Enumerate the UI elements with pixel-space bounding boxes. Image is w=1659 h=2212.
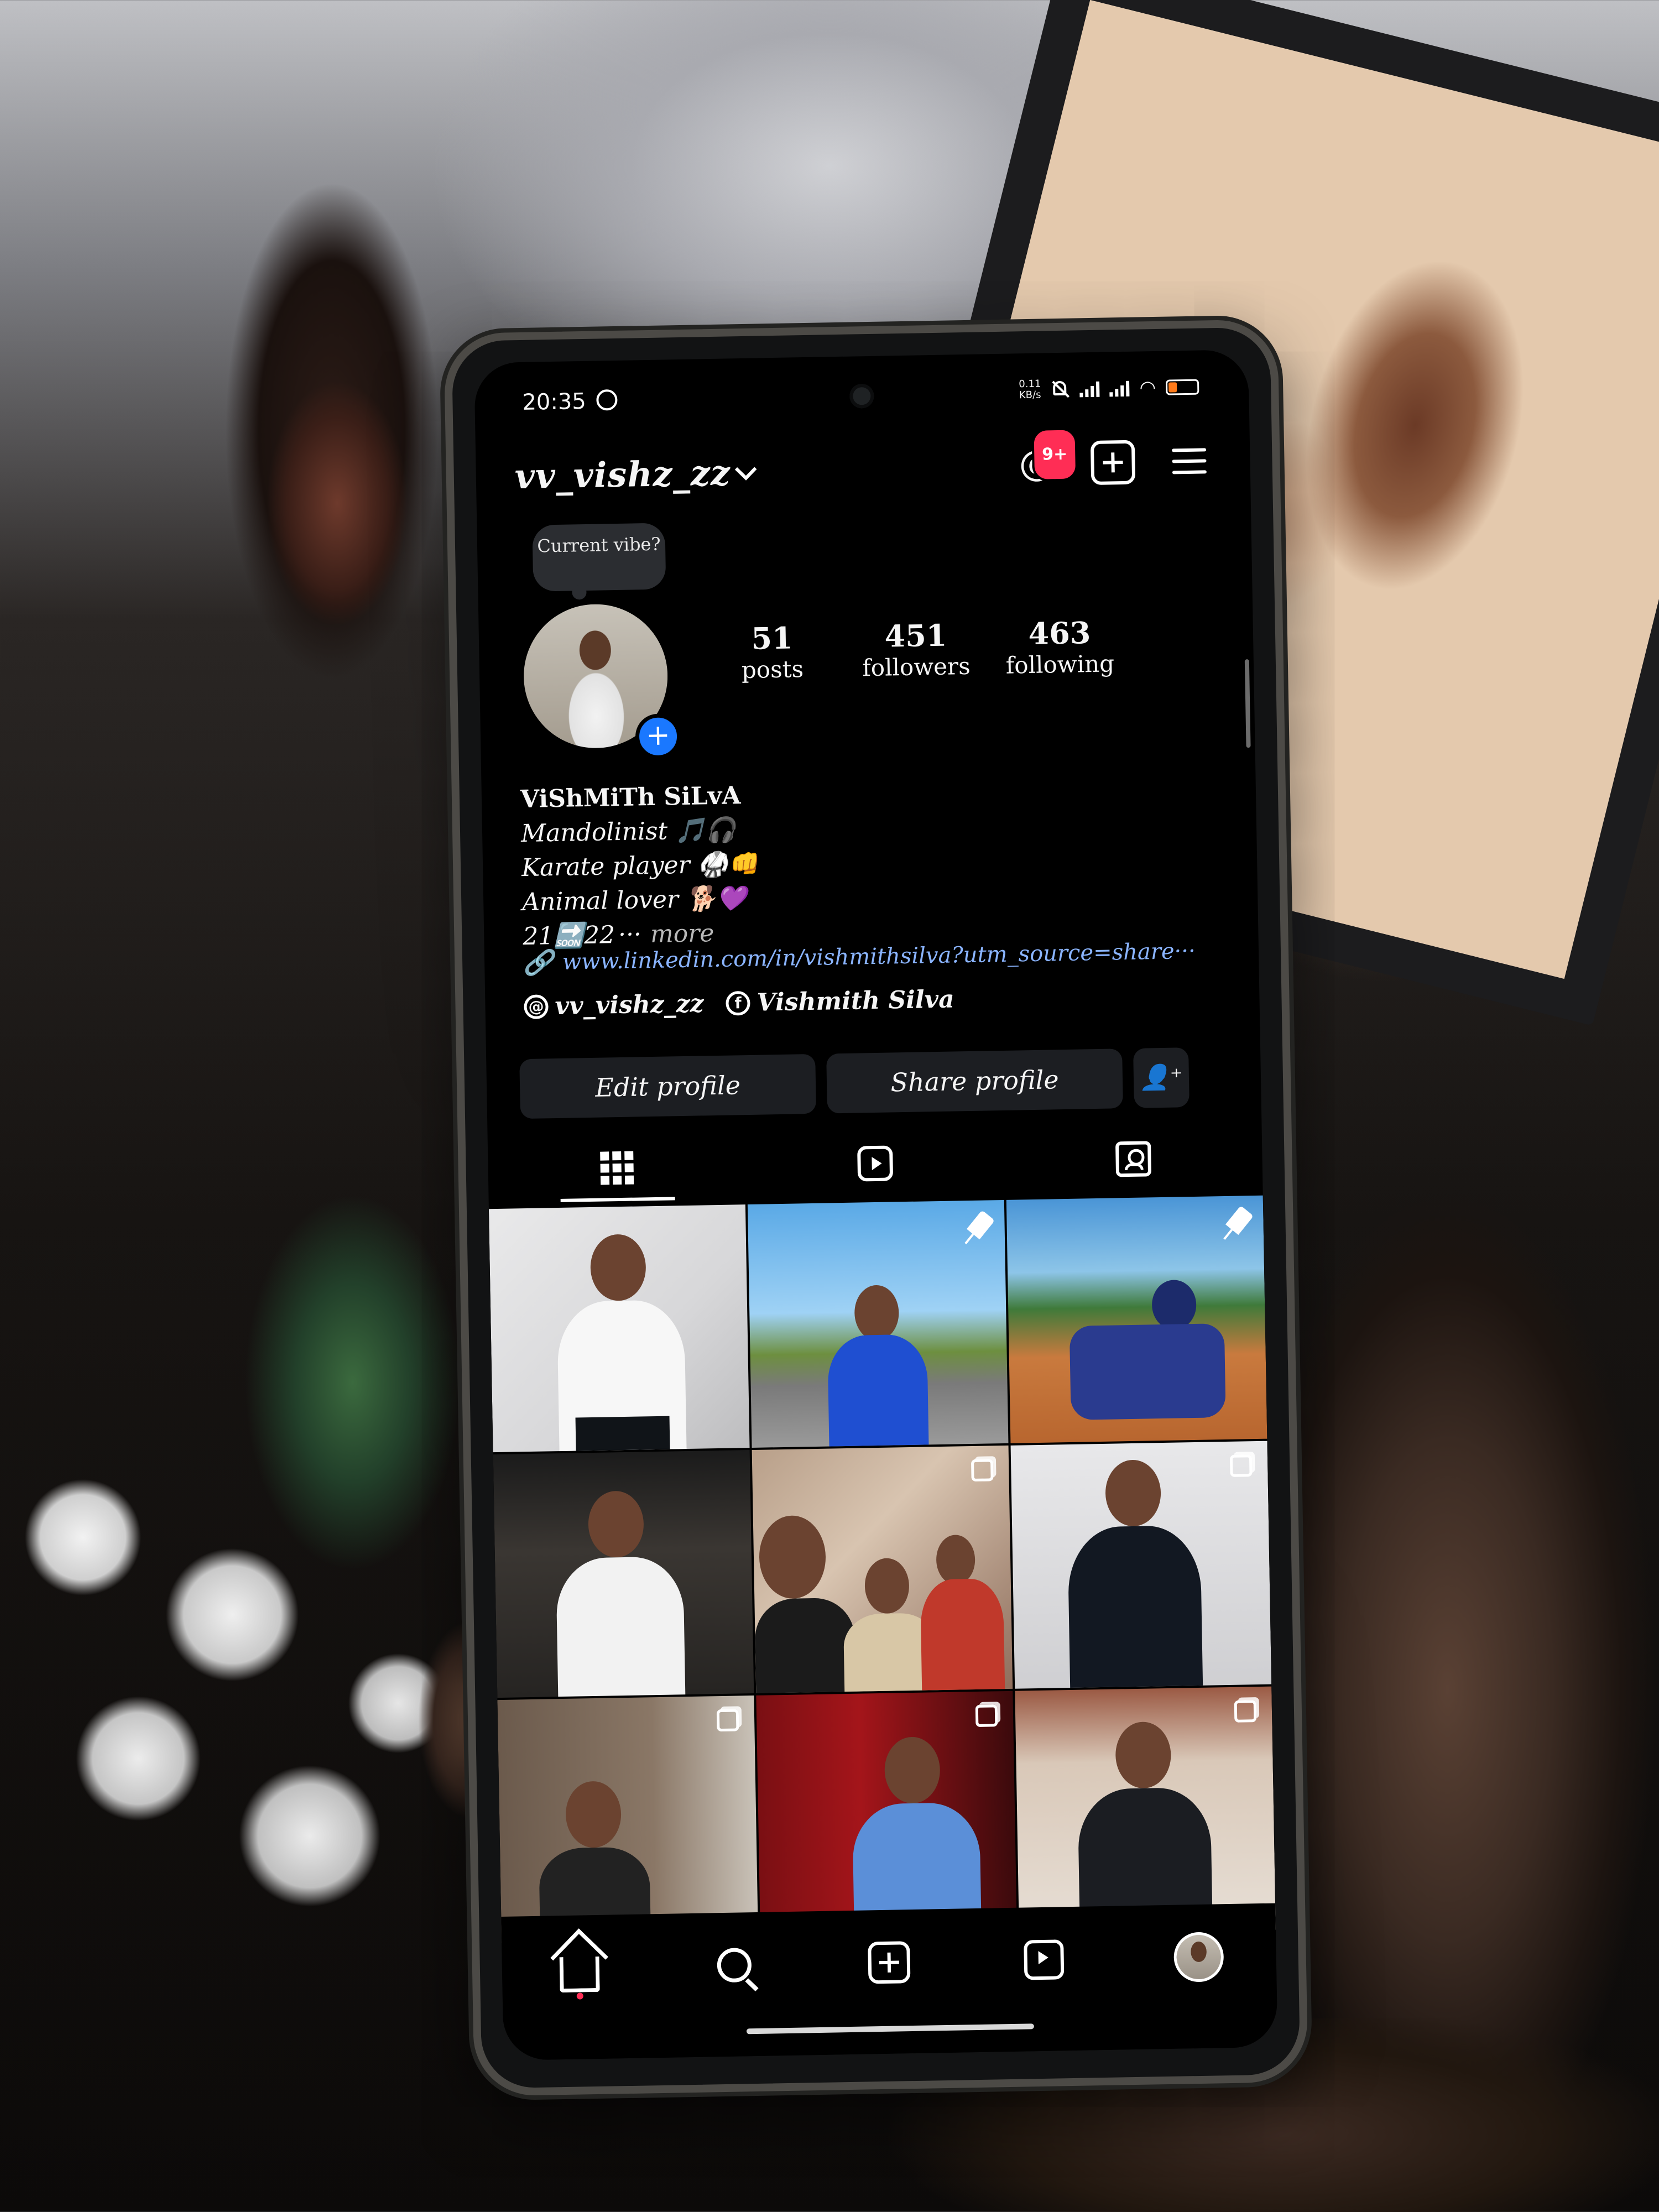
stat-label: following [1005,650,1115,679]
phone-device: 20:35 0.11 KB/s ◠ 27 vv_vishz_zz @ 9+ [444,319,1308,2096]
post-thumbnail[interactable] [752,1445,1013,1693]
gesture-home-indicator[interactable] [746,2023,1034,2034]
pin-icon [1225,1205,1254,1235]
nav-create[interactable] [858,1932,920,1994]
network-speed: 0.11 KB/s [1019,378,1041,401]
post-thumbnail[interactable] [497,1695,759,1944]
facebook-icon: f [726,990,751,1016]
post-thumbnail[interactable] [747,1199,1009,1448]
header-actions: @ 9+ [1014,427,1212,486]
plus-square-icon [868,1941,911,1984]
search-icon [717,1948,752,1983]
link-icon: 🔗 [523,948,554,978]
add-person-icon: 👤⁺ [1139,1063,1183,1092]
profile-actions: Edit profile Share profile 👤⁺ [519,1047,1190,1119]
add-person-button[interactable]: 👤⁺ [1133,1047,1190,1108]
tab-reels[interactable] [745,1128,1005,1199]
stat-following[interactable]: 463 following [993,614,1126,679]
threads-icon[interactable]: @ 9+ [1014,427,1078,486]
notification-badge: 9+ [1031,427,1078,482]
profile-tabs [488,1124,1263,1203]
post-thumbnail[interactable] [1006,1195,1267,1443]
nav-profile[interactable] [1168,1926,1230,1988]
stat-number: 463 [1027,615,1091,652]
profile-stats: 51 posts 451 followers 463 following [705,614,1126,684]
pin-icon [967,1210,995,1240]
post-thumbnail[interactable] [1010,1441,1272,1689]
status-icons: 0.11 KB/s ◠ 27 [1019,376,1199,401]
stat-label: posts [741,655,804,684]
posts-grid [488,1195,1276,1944]
hamburger-menu-icon[interactable] [1167,439,1212,483]
reels-icon [1024,1939,1065,1980]
tagged-icon [1115,1141,1151,1177]
stat-number: 451 [884,617,947,654]
nav-home[interactable] [549,1937,611,2000]
front-camera [849,383,874,409]
bio-line: Karate player 🥋👊 [521,849,759,883]
mute-icon [1051,380,1070,399]
stat-number: 51 [750,620,794,656]
phone-screen: 20:35 0.11 KB/s ◠ 27 vv_vishz_zz @ 9+ [474,349,1278,2060]
facebook-profile-link[interactable]: f Vishmith Silva [726,985,954,1017]
share-profile-button[interactable]: Share profile [826,1048,1123,1114]
carousel-icon [1229,1454,1253,1477]
carousel-icon [975,1704,998,1727]
wifi-icon: ◠ [1139,376,1156,399]
signal-icon [1079,380,1100,398]
grid-icon [600,1151,634,1185]
chevron-down-icon [735,458,757,481]
stat-followers[interactable]: 451 followers [849,617,983,682]
facebook-name: Vishmith Silva [757,985,955,1017]
whatsapp-icon [596,389,618,411]
tab-posts[interactable] [488,1133,747,1203]
carousel-icon [1234,1700,1257,1723]
display-name: ViShMiTh SiLvA [520,781,741,814]
post-thumbnail[interactable] [488,1204,750,1453]
bio-more-link[interactable]: more [650,919,714,948]
username: vv_vishz_zz [514,452,731,497]
tab-tagged[interactable] [1004,1124,1263,1194]
bio-line: Animal lover 🐕💜 [521,884,747,917]
status-time: 20:35 [522,388,587,415]
stat-posts[interactable]: 51 posts [705,619,839,684]
carousel-icon [716,1709,739,1732]
note-bubble[interactable]: Current vibe? [532,523,666,592]
account-switcher[interactable]: vv_vishz_zz [514,452,757,497]
post-thumbnail[interactable] [1015,1686,1276,1934]
nav-search[interactable] [703,1934,765,1996]
home-icon [559,1956,600,1993]
threads-profile-link[interactable]: @ vv_vishz_zz [524,989,704,1021]
background-statue-band [243,354,431,653]
post-thumbnail[interactable] [756,1691,1017,1939]
stat-label: followers [862,652,971,682]
post-thumbnail[interactable] [493,1450,754,1698]
battery-level: 27 [1176,381,1189,393]
signal-icon-2 [1109,380,1130,397]
home-notification-dot [576,1992,583,2000]
bio: ViShMiTh SiLvA Mandolinist 🎵🎧 Karate pla… [520,779,759,954]
bio-line: Mandolinist 🎵🎧 [520,816,737,848]
battery-icon: 27 [1165,379,1199,395]
carousel-icon [971,1459,994,1482]
profile-avatar-icon [1173,1932,1224,1983]
nav-reels[interactable] [1013,1929,1075,1991]
edit-profile-button[interactable]: Edit profile [519,1053,817,1119]
reels-icon [857,1145,894,1182]
social-links: @ vv_vishz_zz f Vishmith Silva [524,985,954,1021]
threads-icon: @ [524,994,549,1019]
plus-square-icon[interactable] [1090,440,1136,486]
bio-line-text: 21🔜22 [522,921,615,951]
bottom-navigation [501,1903,1278,2060]
scrollbar[interactable] [1244,659,1251,748]
add-story-plus-icon[interactable]: + [635,713,681,760]
threads-handle: vv_vishz_zz [555,989,705,1021]
